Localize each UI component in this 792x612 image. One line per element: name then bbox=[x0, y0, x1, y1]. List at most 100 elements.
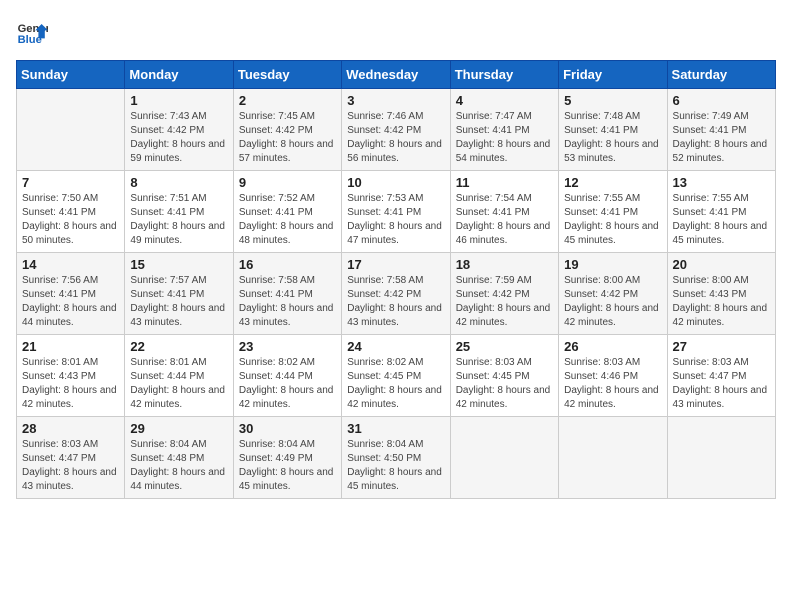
day-number: 10 bbox=[347, 175, 444, 190]
day-header-monday: Monday bbox=[125, 61, 233, 89]
cell-sun-info: Sunrise: 8:02 AM Sunset: 4:44 PM Dayligh… bbox=[239, 356, 336, 412]
cell-sun-info: Sunrise: 8:03 AM Sunset: 4:46 PM Dayligh… bbox=[564, 356, 661, 412]
day-number: 28 bbox=[22, 421, 119, 436]
day-number: 16 bbox=[239, 257, 336, 272]
cell-sun-info: Sunrise: 7:46 AM Sunset: 4:42 PM Dayligh… bbox=[347, 110, 444, 166]
calendar-cell: 2Sunrise: 7:45 AM Sunset: 4:42 PM Daylig… bbox=[233, 89, 341, 171]
day-number: 5 bbox=[564, 93, 661, 108]
day-number: 18 bbox=[456, 257, 553, 272]
cell-sun-info: Sunrise: 7:53 AM Sunset: 4:41 PM Dayligh… bbox=[347, 192, 444, 248]
day-number: 17 bbox=[347, 257, 444, 272]
calendar-cell: 19 Sunrise: 8:00 AM Sunset: 4:42 PM Dayli… bbox=[559, 253, 667, 335]
calendar-week-row: 21 Sunrise: 8:01 AM Sunset: 4:43 PM Dayli… bbox=[17, 335, 776, 417]
svg-text:Blue: Blue bbox=[18, 34, 42, 46]
day-number: 3 bbox=[347, 93, 444, 108]
calendar-cell: 26Sunrise: 8:03 AM Sunset: 4:46 PM Dayli… bbox=[559, 335, 667, 417]
cell-sun-info: Sunrise: 8:01 AM Sunset: 4:43 PM Dayligh… bbox=[22, 356, 119, 412]
calendar-cell: 14 Sunrise: 7:56 AM Sunset: 4:41 PM Dayli… bbox=[17, 253, 125, 335]
cell-sun-info: Sunrise: 7:57 AM Sunset: 4:41 PM Dayligh… bbox=[130, 274, 227, 330]
day-number: 19 bbox=[564, 257, 661, 272]
day-number: 11 bbox=[456, 175, 553, 190]
day-header-wednesday: Wednesday bbox=[342, 61, 450, 89]
cell-sun-info: Sunrise: 8:04 AM Sunset: 4:50 PM Dayligh… bbox=[347, 438, 444, 494]
calendar-cell: 10 Sunrise: 7:53 AM Sunset: 4:41 PM Dayli… bbox=[342, 171, 450, 253]
day-number: 25 bbox=[456, 339, 553, 354]
calendar-cell: 27 Sunrise: 8:03 AM Sunset: 4:47 PM Dayli… bbox=[667, 335, 775, 417]
day-header-sunday: Sunday bbox=[17, 61, 125, 89]
cell-sun-info: Sunrise: 7:55 AM Sunset: 4:41 PM Dayligh… bbox=[564, 192, 661, 248]
cell-sun-info: Sunrise: 8:03 AM Sunset: 4:47 PM Dayligh… bbox=[22, 438, 119, 494]
calendar-cell: 3 Sunrise: 7:46 AM Sunset: 4:42 PM Daylig… bbox=[342, 89, 450, 171]
day-number: 9 bbox=[239, 175, 336, 190]
calendar-cell bbox=[559, 417, 667, 499]
cell-sun-info: Sunrise: 8:02 AM Sunset: 4:45 PM Dayligh… bbox=[347, 356, 444, 412]
calendar-cell: 18 Sunrise: 7:59 AM Sunset: 4:42 PM Dayli… bbox=[450, 253, 558, 335]
calendar-cell: 29 Sunrise: 8:04 AM Sunset: 4:48 PM Dayli… bbox=[125, 417, 233, 499]
calendar-cell: 21 Sunrise: 8:01 AM Sunset: 4:43 PM Dayli… bbox=[17, 335, 125, 417]
cell-sun-info: Sunrise: 7:58 AM Sunset: 4:42 PM Dayligh… bbox=[347, 274, 444, 330]
day-header-tuesday: Tuesday bbox=[233, 61, 341, 89]
cell-sun-info: Sunrise: 7:47 AM Sunset: 4:41 PM Dayligh… bbox=[456, 110, 553, 166]
day-header-saturday: Saturday bbox=[667, 61, 775, 89]
day-number: 23 bbox=[239, 339, 336, 354]
cell-sun-info: Sunrise: 7:59 AM Sunset: 4:42 PM Dayligh… bbox=[456, 274, 553, 330]
calendar-cell: 5 Sunrise: 7:48 AM Sunset: 4:41 PM Daylig… bbox=[559, 89, 667, 171]
day-number: 13 bbox=[673, 175, 770, 190]
day-number: 30 bbox=[239, 421, 336, 436]
day-number: 22 bbox=[130, 339, 227, 354]
calendar-cell: 23 Sunrise: 8:02 AM Sunset: 4:44 PM Dayli… bbox=[233, 335, 341, 417]
calendar-cell bbox=[17, 89, 125, 171]
day-header-thursday: Thursday bbox=[450, 61, 558, 89]
cell-sun-info: Sunrise: 7:55 AM Sunset: 4:41 PM Dayligh… bbox=[673, 192, 770, 248]
calendar-cell: 6Sunrise: 7:49 AM Sunset: 4:41 PM Daylig… bbox=[667, 89, 775, 171]
logo: General Blue bbox=[16, 16, 48, 48]
calendar-cell bbox=[667, 417, 775, 499]
calendar-cell: 12Sunrise: 7:55 AM Sunset: 4:41 PM Dayli… bbox=[559, 171, 667, 253]
calendar-cell: 31 Sunrise: 8:04 AM Sunset: 4:50 PM Dayli… bbox=[342, 417, 450, 499]
cell-sun-info: Sunrise: 7:48 AM Sunset: 4:41 PM Dayligh… bbox=[564, 110, 661, 166]
cell-sun-info: Sunrise: 8:03 AM Sunset: 4:47 PM Dayligh… bbox=[673, 356, 770, 412]
calendar-cell: 4 Sunrise: 7:47 AM Sunset: 4:41 PM Daylig… bbox=[450, 89, 558, 171]
cell-sun-info: Sunrise: 8:03 AM Sunset: 4:45 PM Dayligh… bbox=[456, 356, 553, 412]
cell-sun-info: Sunrise: 7:45 AM Sunset: 4:42 PM Dayligh… bbox=[239, 110, 336, 166]
day-number: 27 bbox=[673, 339, 770, 354]
day-number: 4 bbox=[456, 93, 553, 108]
calendar-cell: 1Sunrise: 7:43 AM Sunset: 4:42 PM Daylig… bbox=[125, 89, 233, 171]
day-number: 1 bbox=[130, 93, 227, 108]
calendar-cell: 7 Sunrise: 7:50 AM Sunset: 4:41 PM Daylig… bbox=[17, 171, 125, 253]
calendar-header-row: SundayMondayTuesdayWednesdayThursdayFrid… bbox=[17, 61, 776, 89]
cell-sun-info: Sunrise: 7:56 AM Sunset: 4:41 PM Dayligh… bbox=[22, 274, 119, 330]
cell-sun-info: Sunrise: 8:00 AM Sunset: 4:43 PM Dayligh… bbox=[673, 274, 770, 330]
calendar-cell: 16 Sunrise: 7:58 AM Sunset: 4:41 PM Dayli… bbox=[233, 253, 341, 335]
day-number: 7 bbox=[22, 175, 119, 190]
cell-sun-info: Sunrise: 7:51 AM Sunset: 4:41 PM Dayligh… bbox=[130, 192, 227, 248]
cell-sun-info: Sunrise: 7:58 AM Sunset: 4:41 PM Dayligh… bbox=[239, 274, 336, 330]
calendar-cell: 17 Sunrise: 7:58 AM Sunset: 4:42 PM Dayli… bbox=[342, 253, 450, 335]
day-number: 21 bbox=[22, 339, 119, 354]
cell-sun-info: Sunrise: 8:01 AM Sunset: 4:44 PM Dayligh… bbox=[130, 356, 227, 412]
calendar-week-row: 7 Sunrise: 7:50 AM Sunset: 4:41 PM Daylig… bbox=[17, 171, 776, 253]
cell-sun-info: Sunrise: 7:50 AM Sunset: 4:41 PM Dayligh… bbox=[22, 192, 119, 248]
cell-sun-info: Sunrise: 7:54 AM Sunset: 4:41 PM Dayligh… bbox=[456, 192, 553, 248]
logo-icon: General Blue bbox=[16, 16, 48, 48]
day-number: 29 bbox=[130, 421, 227, 436]
day-number: 24 bbox=[347, 339, 444, 354]
calendar-table: SundayMondayTuesdayWednesdayThursdayFrid… bbox=[16, 60, 776, 499]
calendar-cell: 25 Sunrise: 8:03 AM Sunset: 4:45 PM Dayli… bbox=[450, 335, 558, 417]
calendar-cell: 8Sunrise: 7:51 AM Sunset: 4:41 PM Daylig… bbox=[125, 171, 233, 253]
calendar-week-row: 1Sunrise: 7:43 AM Sunset: 4:42 PM Daylig… bbox=[17, 89, 776, 171]
header: General Blue bbox=[16, 16, 776, 48]
cell-sun-info: Sunrise: 8:04 AM Sunset: 4:49 PM Dayligh… bbox=[239, 438, 336, 494]
cell-sun-info: Sunrise: 7:52 AM Sunset: 4:41 PM Dayligh… bbox=[239, 192, 336, 248]
cell-sun-info: Sunrise: 7:49 AM Sunset: 4:41 PM Dayligh… bbox=[673, 110, 770, 166]
calendar-cell bbox=[450, 417, 558, 499]
cell-sun-info: Sunrise: 8:00 AM Sunset: 4:42 PM Dayligh… bbox=[564, 274, 661, 330]
day-number: 14 bbox=[22, 257, 119, 272]
calendar-cell: 20Sunrise: 8:00 AM Sunset: 4:43 PM Dayli… bbox=[667, 253, 775, 335]
day-number: 31 bbox=[347, 421, 444, 436]
day-header-friday: Friday bbox=[559, 61, 667, 89]
cell-sun-info: Sunrise: 8:04 AM Sunset: 4:48 PM Dayligh… bbox=[130, 438, 227, 494]
calendar-cell: 22 Sunrise: 8:01 AM Sunset: 4:44 PM Dayli… bbox=[125, 335, 233, 417]
calendar-cell: 13 Sunrise: 7:55 AM Sunset: 4:41 PM Dayli… bbox=[667, 171, 775, 253]
calendar-cell: 9 Sunrise: 7:52 AM Sunset: 4:41 PM Daylig… bbox=[233, 171, 341, 253]
